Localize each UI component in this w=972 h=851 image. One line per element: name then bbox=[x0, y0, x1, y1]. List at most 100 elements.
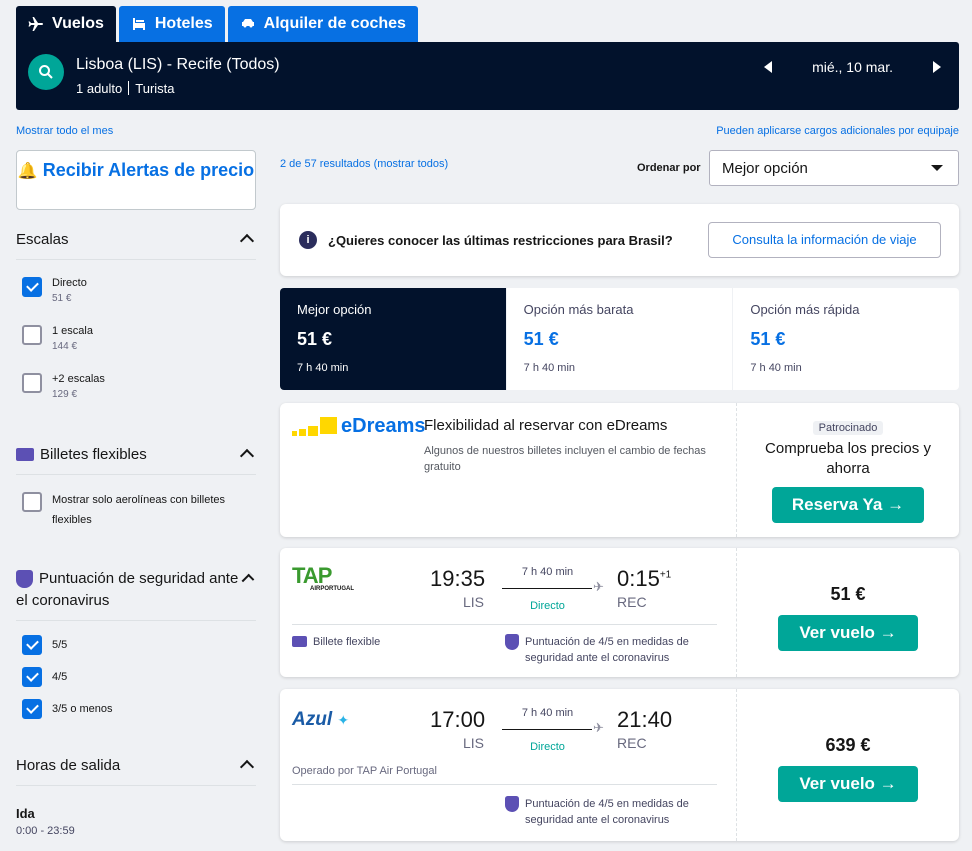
flexible-filter-title: Billetes flexibles bbox=[40, 446, 147, 463]
date-navigator: mié., 10 mar. bbox=[764, 59, 941, 75]
sort-tab-title: Mejor opción bbox=[297, 302, 372, 317]
sort-tab-best[interactable]: Mejor opción 51 € 7 h 40 min bbox=[280, 288, 507, 390]
covid-filter-label: Puntuación de seguridad ante el coronavi… bbox=[16, 568, 244, 612]
departure-time: 17:00 bbox=[430, 707, 486, 732]
azul-bird-icon: ✦ bbox=[337, 712, 350, 728]
stops-option-one[interactable]: 1 escala 144 € bbox=[22, 325, 93, 352]
price-alert-button[interactable]: 🔔 Recibir Alertas de precio bbox=[16, 150, 256, 210]
logo-dot bbox=[292, 431, 297, 436]
safety-score-label: Puntuación de 4/5 en medidas de segurida… bbox=[525, 798, 689, 826]
flight-result-card[interactable]: Azul ✦ 17:00 LIS 7 h 40 min ✈ Directo 21… bbox=[280, 689, 959, 841]
safety-score-tag: Puntuación de 4/5 en medidas de segurida… bbox=[505, 796, 720, 828]
operated-by: Operado por TAP Air Portugal bbox=[292, 765, 437, 777]
option-label: 1 escala bbox=[52, 325, 93, 337]
view-flight-button[interactable]: Ver vuelo → bbox=[778, 766, 918, 802]
sort-tabs: Mejor opción 51 € 7 h 40 min Opción más … bbox=[280, 288, 959, 390]
checkbox[interactable] bbox=[22, 373, 42, 393]
view-flight-button[interactable]: Ver vuelo → bbox=[778, 615, 918, 651]
covid-option-3-less[interactable]: 3/5 o menos bbox=[22, 699, 113, 719]
ad-left: eDreams Flexibilidad al reservar con eDr… bbox=[280, 403, 735, 537]
passenger-count: 1 adulto bbox=[76, 81, 123, 96]
sort-tab-duration: 7 h 40 min bbox=[297, 362, 349, 374]
safety-score-tag: Puntuación de 4/5 en medidas de segurida… bbox=[505, 634, 720, 666]
tab-car-hire[interactable]: Alquiler de coches bbox=[227, 6, 418, 42]
stops-option-direct[interactable]: Directo 51 € bbox=[22, 277, 87, 304]
airline-logo-subtext: AIRPORTUGAL bbox=[310, 586, 354, 592]
airline-logo-text: TAP bbox=[292, 563, 332, 588]
option-text: +2 escalas 129 € bbox=[52, 373, 105, 400]
sort-tab-duration: 7 h 40 min bbox=[750, 362, 802, 374]
arrival-time: 0:15 bbox=[617, 566, 660, 591]
flexible-filter-label: Billetes flexibles bbox=[16, 444, 147, 466]
departure-filter-header[interactable]: Horas de salida bbox=[16, 755, 256, 786]
stops-filter-header[interactable]: Escalas bbox=[16, 229, 256, 260]
route-text: Lisboa (LIS) - Recife (Todos) bbox=[76, 56, 280, 73]
baggage-fees-link[interactable]: Pueden aplicarse cargos adicionales por … bbox=[716, 125, 959, 137]
checkbox[interactable] bbox=[22, 635, 42, 655]
price-alert-label: Recibir Alertas de precio bbox=[42, 160, 255, 180]
flexible-option[interactable]: Mostrar solo aerolíneas con billetes fle… bbox=[22, 492, 252, 530]
flight-details: TAP AIRPORTUGAL 19:35 LIS 7 h 40 min ✈ D… bbox=[280, 548, 735, 677]
departure-airport: LIS bbox=[463, 594, 485, 610]
ad-right: Patrocinado Comprueba los precios y ahor… bbox=[736, 403, 959, 537]
search-summary[interactable]: Lisboa (LIS) - Recife (Todos) 1 adulto T… bbox=[16, 42, 959, 110]
arrival-day-offset: +1 bbox=[659, 569, 672, 581]
sort-tab-duration: 7 h 40 min bbox=[523, 362, 576, 374]
chevron-up-icon[interactable] bbox=[239, 759, 255, 775]
route-line bbox=[502, 729, 592, 730]
info-icon: i bbox=[299, 231, 317, 249]
previous-day-icon[interactable] bbox=[764, 61, 773, 73]
option-text: 1 escala 144 € bbox=[52, 325, 93, 352]
separator bbox=[128, 81, 130, 95]
sort-tab-fastest[interactable]: Opción más rápida 51 € 7 h 40 min bbox=[733, 288, 959, 390]
checkbox[interactable] bbox=[22, 667, 42, 687]
flexible-filter-header[interactable]: Billetes flexibles bbox=[16, 444, 256, 475]
stops-option-two-plus[interactable]: +2 escalas 129 € bbox=[22, 373, 105, 400]
travel-info-button[interactable]: Consulta la información de viaje bbox=[708, 222, 941, 258]
sort-select[interactable]: Mejor opción bbox=[709, 150, 959, 186]
next-day-icon[interactable] bbox=[933, 61, 941, 73]
selected-date[interactable]: mié., 10 mar. bbox=[812, 59, 893, 75]
ad-logo-text: eDreams bbox=[341, 415, 426, 437]
tab-car-hire-label: Alquiler de coches bbox=[263, 15, 406, 32]
tab-hotels[interactable]: Hoteles bbox=[118, 6, 225, 42]
covid-filter-header[interactable]: Puntuación de seguridad ante el coronavi… bbox=[16, 568, 256, 621]
logo-dot bbox=[299, 429, 306, 436]
checkbox[interactable] bbox=[22, 325, 42, 345]
tab-flights[interactable]: Vuelos bbox=[16, 6, 116, 42]
checkbox[interactable] bbox=[22, 492, 42, 512]
covid-option-4[interactable]: 4/5 bbox=[22, 667, 67, 687]
notice-text: ¿Quieres conocer las últimas restriccion… bbox=[328, 233, 673, 248]
checkbox[interactable] bbox=[22, 699, 42, 719]
flight-price-panel: 639 € Ver vuelo → bbox=[736, 689, 959, 841]
flight-details: Azul ✦ 17:00 LIS 7 h 40 min ✈ Directo 21… bbox=[280, 689, 735, 841]
tab-flights-label: Vuelos bbox=[52, 15, 104, 32]
sort-label: Ordenar por bbox=[637, 162, 701, 174]
shield-icon bbox=[505, 796, 519, 812]
flight-duration: 7 h 40 min bbox=[521, 566, 574, 578]
results-count-link[interactable]: 2 de 57 resultados (mostrar todos) bbox=[280, 158, 448, 170]
option-price: 129 € bbox=[52, 389, 78, 400]
arrival-time: 21:40 bbox=[617, 707, 673, 732]
safety-score-label: Puntuación de 4/5 en medidas de segurida… bbox=[525, 636, 689, 664]
chevron-up-icon[interactable] bbox=[239, 448, 255, 464]
flight-price-panel: 51 € Ver vuelo → bbox=[736, 548, 959, 677]
covid-option-5[interactable]: 5/5 bbox=[22, 635, 67, 655]
flight-result-card[interactable]: TAP AIRPORTUGAL 19:35 LIS 7 h 40 min ✈ D… bbox=[280, 548, 959, 677]
plane-icon: ✈ bbox=[593, 720, 604, 735]
book-now-button[interactable]: Reserva Ya → bbox=[772, 487, 924, 523]
tab-hotels-label: Hoteles bbox=[154, 15, 213, 32]
logo-dot bbox=[308, 426, 318, 436]
show-month-link[interactable]: Mostrar todo el mes bbox=[16, 125, 113, 137]
sort-tab-cheapest[interactable]: Opción más barata 51 € 7 h 40 min bbox=[507, 288, 734, 390]
search-icon[interactable] bbox=[28, 54, 64, 90]
option-label: 5/5 bbox=[52, 639, 68, 651]
option-label: Mostrar solo aerolíneas con billetes fle… bbox=[52, 494, 226, 526]
passenger-summary: 1 adulto Turista bbox=[76, 81, 175, 96]
flexible-ticket-label: Billete flexible bbox=[313, 636, 381, 648]
ad-cta-text: Comprueba los precios y ahorra bbox=[765, 440, 931, 477]
product-tabs: Vuelos Hoteles Alquiler de coches bbox=[16, 6, 418, 42]
checkbox[interactable] bbox=[22, 277, 42, 297]
chevron-up-icon[interactable] bbox=[239, 233, 255, 249]
sponsored-ad-card[interactable]: eDreams Flexibilidad al reservar con eDr… bbox=[280, 403, 959, 537]
